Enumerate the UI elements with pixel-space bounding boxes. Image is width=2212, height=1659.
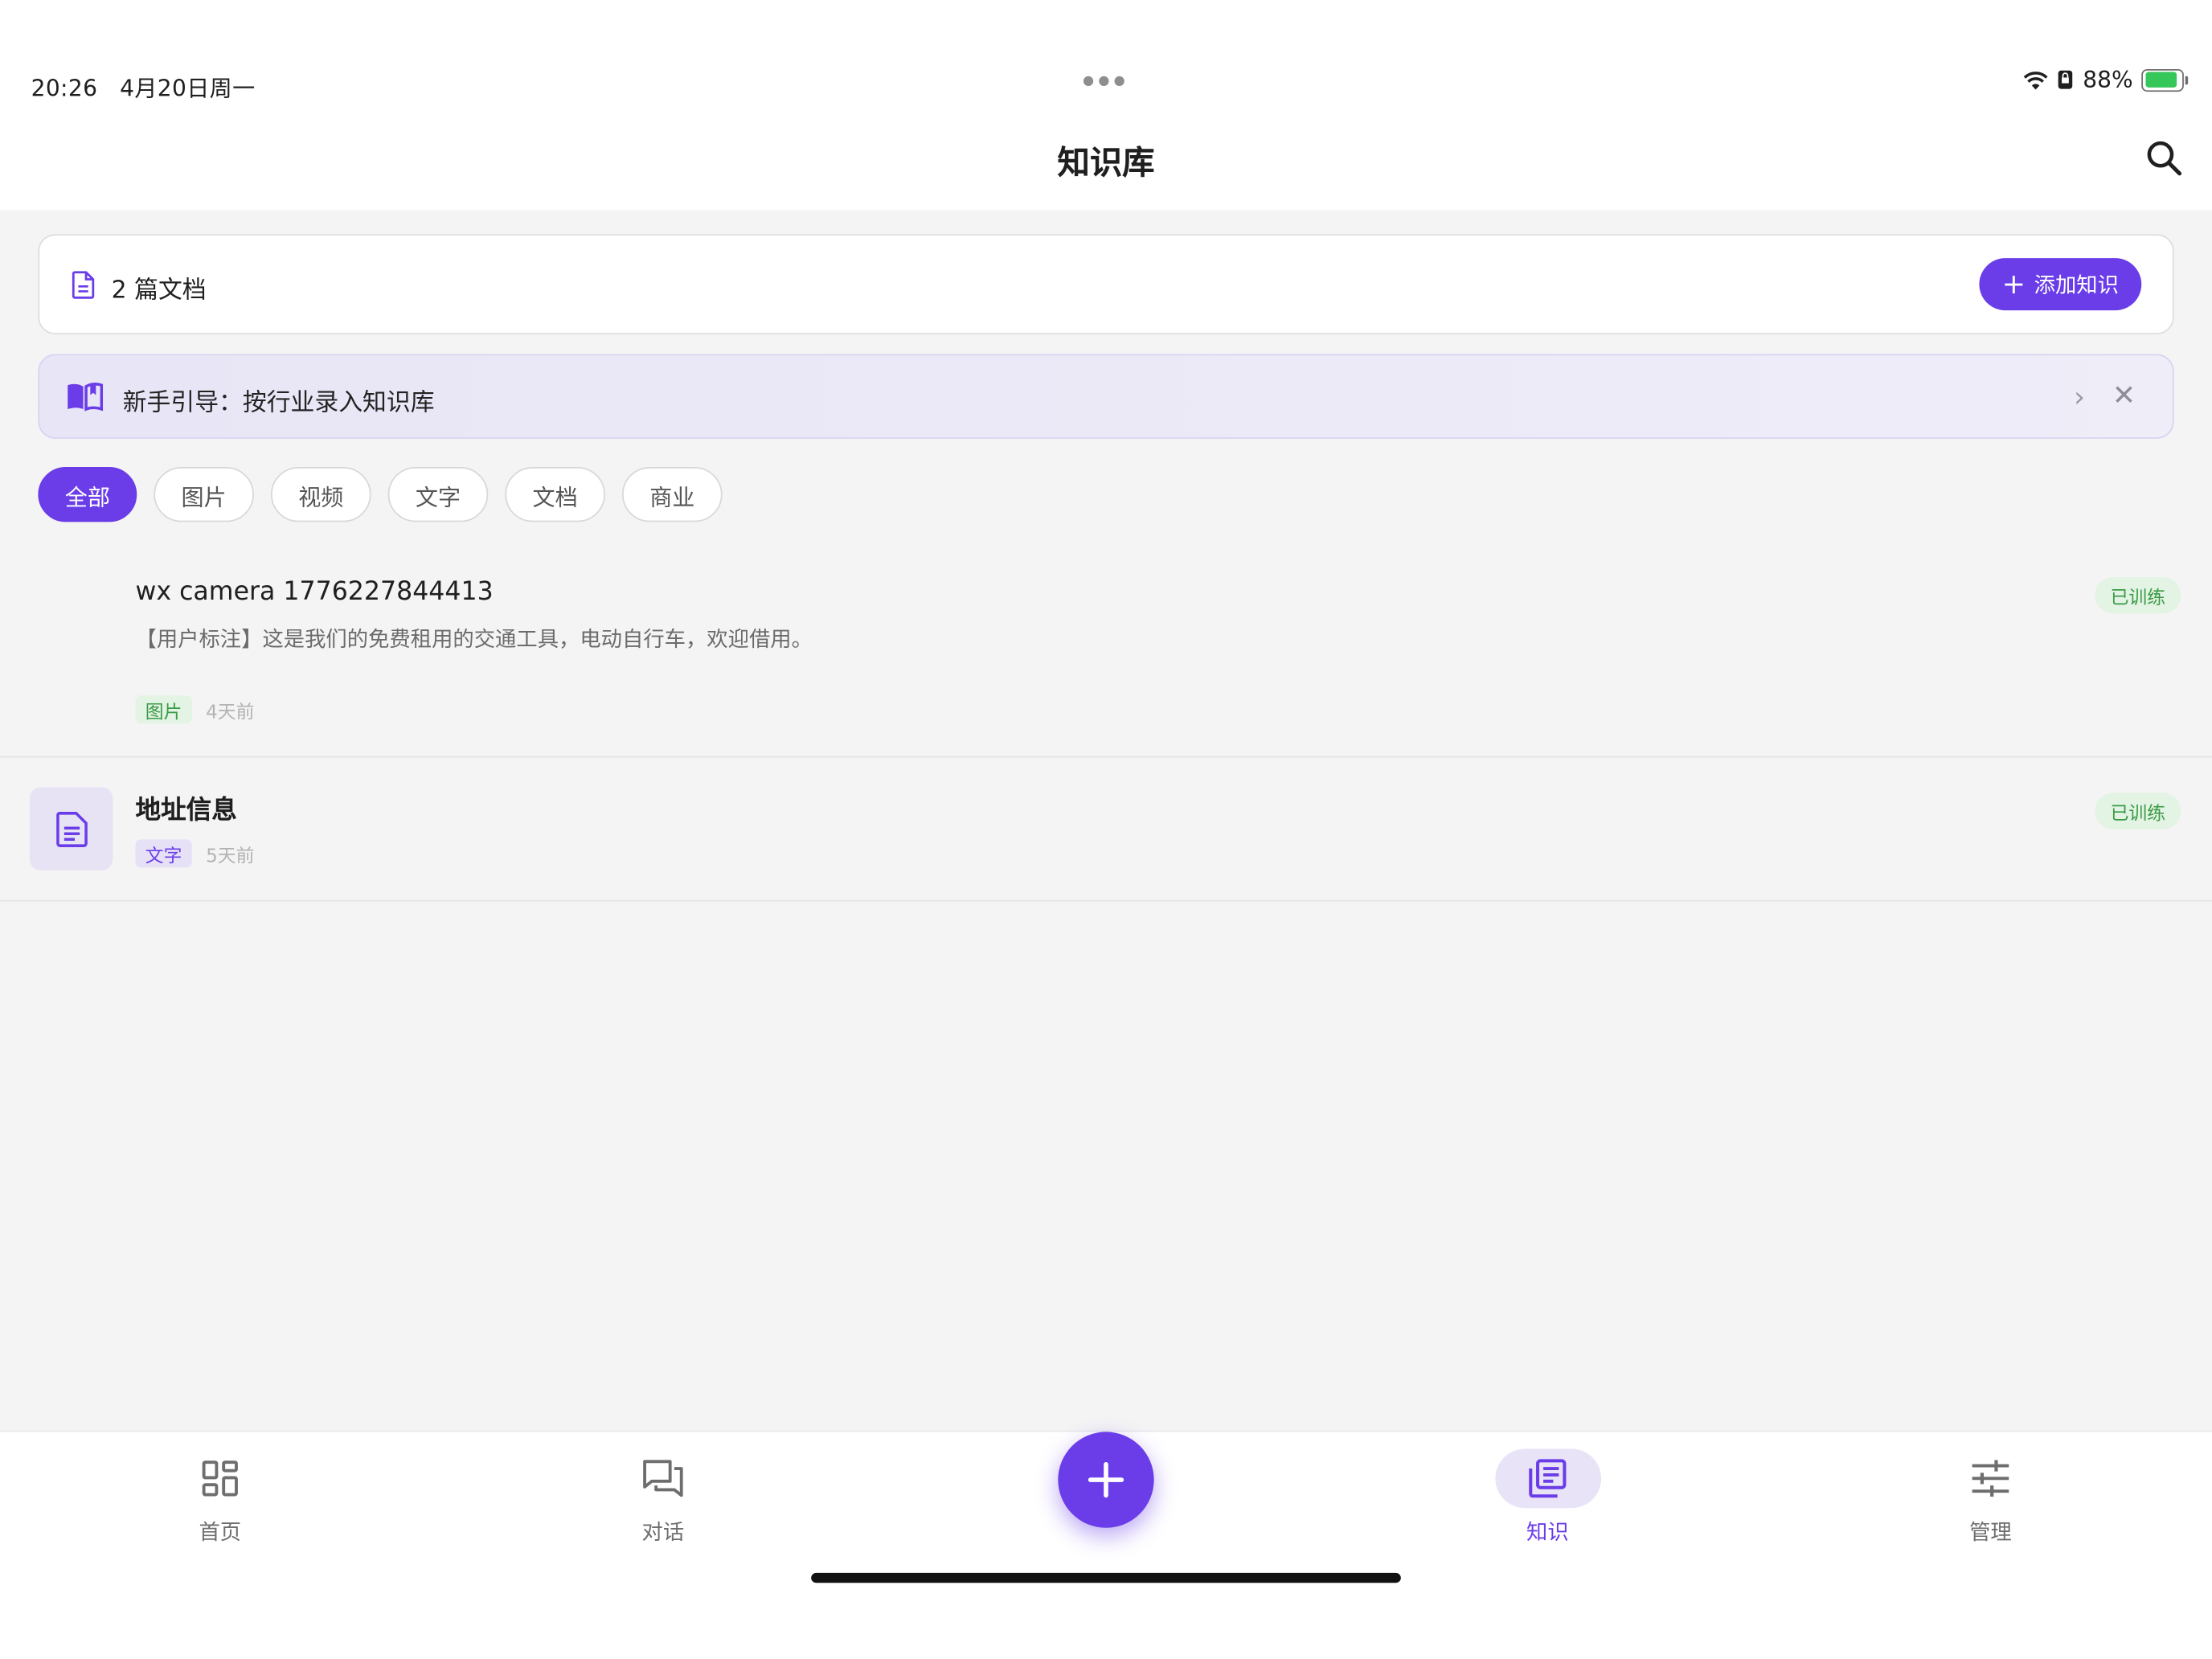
search-button[interactable] bbox=[2141, 135, 2186, 180]
nav-item-manage[interactable]: 管理 bbox=[1906, 1448, 2075, 1546]
open-book-icon bbox=[68, 382, 104, 412]
type-tag: 图片 bbox=[135, 695, 192, 724]
nav-item-chat[interactable]: 对话 bbox=[579, 1448, 748, 1546]
create-fab-button[interactable] bbox=[1058, 1432, 1154, 1528]
search-icon bbox=[2147, 141, 2182, 176]
filter-chip-image[interactable]: 图片 bbox=[154, 466, 254, 522]
item-time: 4天前 bbox=[206, 702, 255, 723]
nav-item-home[interactable]: 首页 bbox=[135, 1448, 305, 1546]
plus-icon: + bbox=[2001, 265, 2026, 300]
battery-fill bbox=[2144, 72, 2177, 88]
status-time: 20:26 4月20日周一 bbox=[31, 69, 256, 103]
file-icon bbox=[72, 271, 95, 299]
dashboard-icon bbox=[202, 1460, 238, 1497]
item-description: 【用户标注】这是我们的免费租用的交通工具，电动自行车，欢迎借用。 bbox=[135, 626, 813, 652]
top-bar: 20:26 4月20日周一 88% 知识库 bbox=[0, 0, 2212, 211]
beginner-guide-banner[interactable]: 新手引导：按行业录入知识库 › ✕ bbox=[38, 354, 2174, 439]
app-root: 20:26 4月20日周一 88% 知识库 2 篇文档 + 添加知识 新手引导：… bbox=[0, 0, 2212, 1659]
plus-icon bbox=[1088, 1461, 1124, 1498]
nav-label-manage: 管理 bbox=[1969, 1519, 2012, 1545]
battery-icon bbox=[2141, 68, 2189, 92]
list-item[interactable]: wx camera 1776227844413 【用户标注】这是我们的免费租用的… bbox=[0, 550, 2212, 758]
battery-percent: 88% bbox=[2083, 66, 2133, 93]
nav-label-home: 首页 bbox=[199, 1519, 242, 1545]
type-tag: 文字 bbox=[135, 839, 192, 868]
filter-chip-text[interactable]: 文字 bbox=[387, 466, 489, 522]
status-indicators: 88% bbox=[2024, 66, 2189, 93]
filter-chip-document[interactable]: 文档 bbox=[505, 466, 605, 522]
item-meta: 图片 4天前 bbox=[135, 695, 255, 724]
chat-icon bbox=[643, 1460, 683, 1497]
guide-text: 新手引导：按行业录入知识库 bbox=[122, 389, 435, 418]
document-thumbnail bbox=[29, 787, 113, 870]
item-title: 地址信息 bbox=[135, 795, 237, 825]
filter-chip-business[interactable]: 商业 bbox=[622, 466, 723, 522]
add-knowledge-button[interactable]: + 添加知识 bbox=[1979, 258, 2142, 311]
page-title: 知识库 bbox=[1057, 145, 1155, 182]
nav-label-chat: 对话 bbox=[641, 1519, 685, 1545]
nav-label-knowledge: 知识 bbox=[1526, 1519, 1569, 1545]
item-time: 5天前 bbox=[206, 846, 255, 867]
orientation-lock-icon bbox=[2058, 70, 2074, 89]
list-item[interactable]: 地址信息 文字 5天前 已训练 bbox=[0, 757, 2212, 902]
item-meta: 文字 5天前 bbox=[135, 839, 255, 868]
multitasking-dots-icon[interactable] bbox=[1083, 76, 1124, 87]
chevron-right-icon[interactable]: › bbox=[2074, 379, 2085, 413]
add-knowledge-label: 添加知识 bbox=[2034, 272, 2119, 298]
library-icon bbox=[1529, 1459, 1567, 1498]
sliders-icon bbox=[1972, 1460, 2009, 1497]
document-count: 2 篇文档 bbox=[111, 276, 207, 305]
document-count-card: 2 篇文档 + 添加知识 bbox=[38, 234, 2174, 334]
filter-chip-video[interactable]: 视频 bbox=[271, 466, 371, 522]
bottom-nav: 首页 对话 知识 管理 bbox=[0, 1430, 2212, 1659]
document-icon bbox=[55, 811, 87, 847]
filter-chip-all[interactable]: 全部 bbox=[38, 466, 137, 522]
status-badge: 已训练 bbox=[2095, 793, 2181, 830]
filter-chips: 全部 图片 视频 文字 文档 商业 bbox=[38, 466, 723, 522]
wifi-icon bbox=[2024, 71, 2049, 89]
nav-item-knowledge[interactable]: 知识 bbox=[1463, 1448, 1632, 1546]
item-title: wx camera 1776227844413 bbox=[135, 576, 494, 607]
status-date: 4月20日周一 bbox=[120, 75, 256, 102]
status-clock: 20:26 bbox=[31, 75, 98, 102]
home-indicator[interactable] bbox=[811, 1572, 1401, 1583]
close-icon[interactable]: ✕ bbox=[2112, 378, 2136, 412]
status-badge: 已训练 bbox=[2095, 576, 2181, 614]
